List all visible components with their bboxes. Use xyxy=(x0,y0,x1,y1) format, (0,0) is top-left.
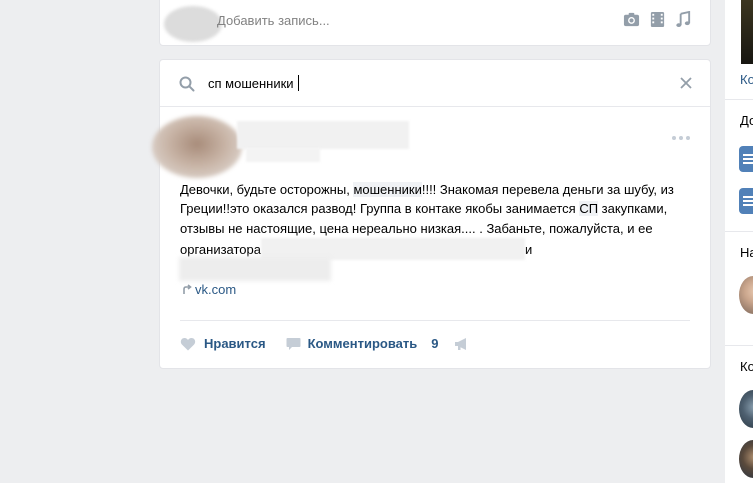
search-highlight: мошенники xyxy=(353,182,422,197)
comment-count: 9 xyxy=(431,336,439,351)
divider xyxy=(725,345,753,346)
comment-label: Комментировать xyxy=(307,336,418,351)
more-options-icon[interactable] xyxy=(671,135,691,141)
sidebar-link[interactable]: Ко xyxy=(740,72,753,87)
camera-icon[interactable] xyxy=(623,11,640,28)
link-text[interactable]: vk.com xyxy=(195,282,236,297)
author-avatar[interactable] xyxy=(152,116,242,178)
post-text: Девочки, будьте осторожны, мошенники!!!!… xyxy=(180,180,690,260)
divider xyxy=(725,231,753,232)
composer-attachments xyxy=(623,11,692,28)
megaphone-icon xyxy=(455,337,467,350)
post-composer[interactable]: Добавить запись... xyxy=(159,0,711,46)
post-card: Девочки, будьте осторожны, мошенники!!!!… xyxy=(152,59,711,369)
video-icon[interactable] xyxy=(649,11,666,28)
wall-search-bar xyxy=(160,60,710,107)
document-icon[interactable] xyxy=(739,188,753,214)
post-date-redacted xyxy=(246,148,320,162)
sidebar-heading: До xyxy=(740,113,753,128)
share-button[interactable] xyxy=(454,337,470,351)
author-name-redacted[interactable] xyxy=(237,121,409,149)
like-label: Нравится xyxy=(204,336,266,351)
post-actions: Нравится Комментировать 9 xyxy=(180,336,470,351)
post-link[interactable]: vk.com xyxy=(181,282,236,297)
right-column: Ко До На Ко xyxy=(725,0,753,483)
link-arrow-icon xyxy=(183,284,192,294)
document-icon[interactable] xyxy=(739,146,753,172)
close-icon[interactable] xyxy=(680,77,692,89)
comment-icon xyxy=(286,337,301,350)
divider xyxy=(725,99,753,100)
composer-placeholder[interactable]: Добавить запись... xyxy=(217,13,330,28)
sidebar-heading: Ко xyxy=(740,359,753,374)
search-highlight: СП xyxy=(579,201,599,217)
composer-avatar xyxy=(164,6,222,42)
sidebar-photo[interactable] xyxy=(741,0,753,64)
comment-button[interactable]: Комментировать 9 xyxy=(286,336,439,351)
actions-divider xyxy=(180,320,690,321)
text-caret xyxy=(298,75,299,91)
search-input[interactable] xyxy=(208,74,648,92)
sidebar-heading: На xyxy=(740,245,753,260)
music-icon[interactable] xyxy=(675,11,692,28)
avatar[interactable] xyxy=(739,390,753,428)
avatar[interactable] xyxy=(739,276,753,314)
search-icon xyxy=(179,76,195,92)
heart-icon xyxy=(180,337,196,350)
like-button[interactable]: Нравится xyxy=(180,336,266,351)
redacted-text xyxy=(179,257,331,281)
avatar[interactable] xyxy=(739,440,753,478)
